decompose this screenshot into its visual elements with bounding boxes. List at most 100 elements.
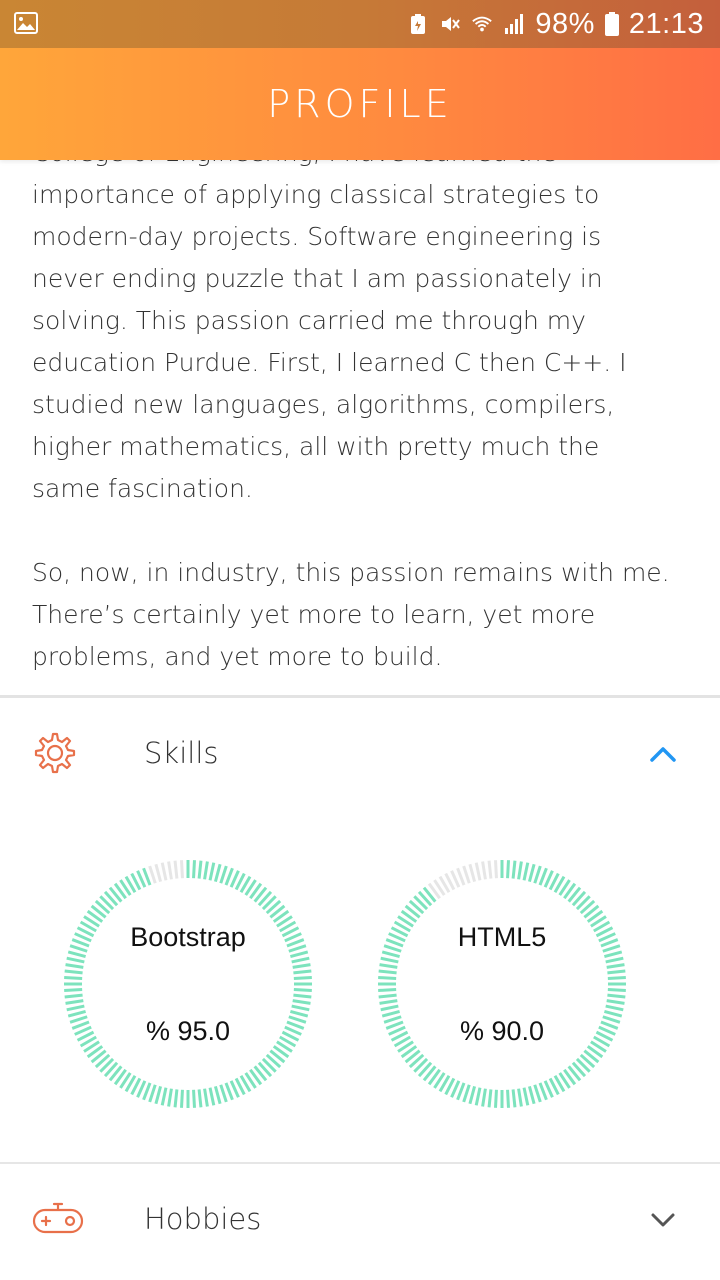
gauge-tick-filled [511, 1089, 517, 1108]
gauge-tick-filled [64, 993, 83, 999]
gauge-ring [64, 860, 312, 1108]
divider [0, 695, 720, 698]
gauge-tick-filled [605, 1004, 624, 1012]
gauge-tick-filled [197, 860, 203, 879]
gauge-tick-filled [517, 861, 523, 880]
chevron-up-icon[interactable] [648, 744, 678, 764]
gauge-tick-filled [66, 956, 85, 964]
hobbies-section-header[interactable]: Hobbies [0, 1166, 720, 1276]
gauge-tick-filled [292, 963, 311, 969]
battery-percentage: 98% [535, 7, 595, 40]
gauge-tick-filled [517, 1088, 523, 1107]
gauge-tick-filled [208, 862, 216, 881]
gauge-tick-filled [379, 963, 398, 969]
gauge-tick-filled [378, 988, 397, 992]
gauge-tick-filled [468, 1085, 477, 1105]
gauge-tick-filled [607, 988, 626, 992]
gauge-tick-empty [173, 860, 179, 879]
chevron-down-icon[interactable] [648, 1210, 678, 1230]
gauge-tick-filled [65, 963, 84, 969]
gauge-tick-empty [481, 861, 487, 880]
app-header: PROFILE [0, 48, 720, 160]
gallery-icon [14, 12, 38, 34]
gauge-tick-filled [506, 1089, 510, 1108]
battery-icon [604, 12, 619, 36]
gauge-tick-filled [380, 1004, 399, 1012]
gauge-tick-filled [173, 1089, 179, 1108]
gauge-tick-filled [607, 969, 626, 975]
gauge-tick-filled [378, 976, 397, 980]
gauge-tick-filled [219, 865, 228, 884]
hobbies-label: Hobbies [144, 1202, 262, 1236]
gauge-tick-filled [605, 956, 624, 964]
gauge-tick-filled [607, 993, 626, 999]
gauge-tick-filled [538, 867, 548, 886]
gauge-tick-filled [197, 1089, 203, 1108]
gauge-tick-filled [379, 999, 398, 1005]
gauge-tick-filled [378, 969, 397, 975]
wifi-icon [472, 16, 493, 32]
gauge-tick-filled [506, 860, 510, 879]
gauge-tick-filled [527, 1085, 536, 1105]
clock: 21:13 [628, 7, 704, 40]
status-bar: 98% 21:13 [0, 0, 720, 48]
gauge-tick-filled [522, 1087, 530, 1106]
gauge-tick-filled [65, 999, 84, 1005]
gear-icon [34, 732, 76, 774]
battery-saver-icon [411, 14, 426, 34]
gauge-tick-filled [148, 1084, 157, 1103]
gauge-tick-filled [538, 1082, 548, 1101]
gauge-tick-filled [293, 993, 312, 999]
gauge-tick-filled [219, 1084, 228, 1103]
gauge-tick-filled [293, 969, 312, 975]
skills-section-header[interactable]: Skills [0, 700, 720, 810]
gauge-tick-filled [606, 999, 625, 1005]
gauge-tick-empty [148, 865, 157, 884]
gauge-tick-filled [208, 1087, 216, 1106]
skill-name: HTML5 [457, 922, 547, 952]
skill-value: % 90.0 [459, 1016, 545, 1046]
gauge-tick-empty [494, 860, 498, 879]
gauge-tick-empty [487, 860, 493, 879]
gauge-tick-filled [167, 1088, 173, 1107]
gauge-tick-filled [487, 1089, 493, 1108]
gauge-tick-filled [213, 1085, 222, 1105]
gauge-tick-filled [494, 1089, 498, 1108]
gauge-tick-filled [527, 863, 536, 883]
bio-paragraph-2: So, now, in industry, this passion remai… [32, 558, 670, 671]
gauge-tick-filled [293, 988, 312, 992]
skills-label: Skills [144, 736, 219, 770]
gauge-ring [378, 860, 626, 1108]
gauge-tick-filled [66, 1004, 85, 1012]
gauge-tick-empty [154, 863, 163, 883]
gauge-tick-filled [606, 963, 625, 969]
mute-icon [442, 17, 461, 31]
gauge-tick-filled [380, 956, 399, 964]
gauge-tick-filled [481, 1088, 487, 1107]
gauge-tick-filled [64, 969, 83, 975]
gauge-tick-empty [462, 865, 471, 884]
gauge-tick-filled [64, 988, 83, 992]
bio-paragraph-1: importance of applying classical strateg… [32, 180, 627, 503]
gauge-tick-filled [462, 1084, 471, 1103]
gauge-tick-filled [224, 867, 234, 886]
gauge-tick-filled [142, 867, 152, 886]
gauge-tick-empty [474, 862, 482, 881]
gauge-tick-empty [456, 867, 466, 886]
gauge-tick-filled [456, 1082, 466, 1101]
gauge-tick-empty [180, 860, 184, 879]
gauge-tick-empty [468, 863, 477, 883]
gauge-tick-empty [160, 862, 168, 881]
skill-gauge: Bootstrap % 95.0 [62, 858, 314, 1110]
gauge-tick-filled [291, 956, 310, 964]
skill-gauge: HTML5 % 90.0 [376, 858, 628, 1110]
gauge-tick-empty [167, 861, 173, 880]
gamepad-icon [32, 1202, 84, 1234]
gauge-tick-filled [192, 1089, 196, 1108]
gauge-tick-filled [607, 976, 626, 980]
gauge-tick-filled [474, 1087, 482, 1106]
gauge-tick-filled [160, 1087, 168, 1106]
gauge-tick-filled [64, 976, 83, 980]
gauge-tick-filled [533, 1084, 542, 1103]
gauge-tick-filled [511, 860, 517, 879]
